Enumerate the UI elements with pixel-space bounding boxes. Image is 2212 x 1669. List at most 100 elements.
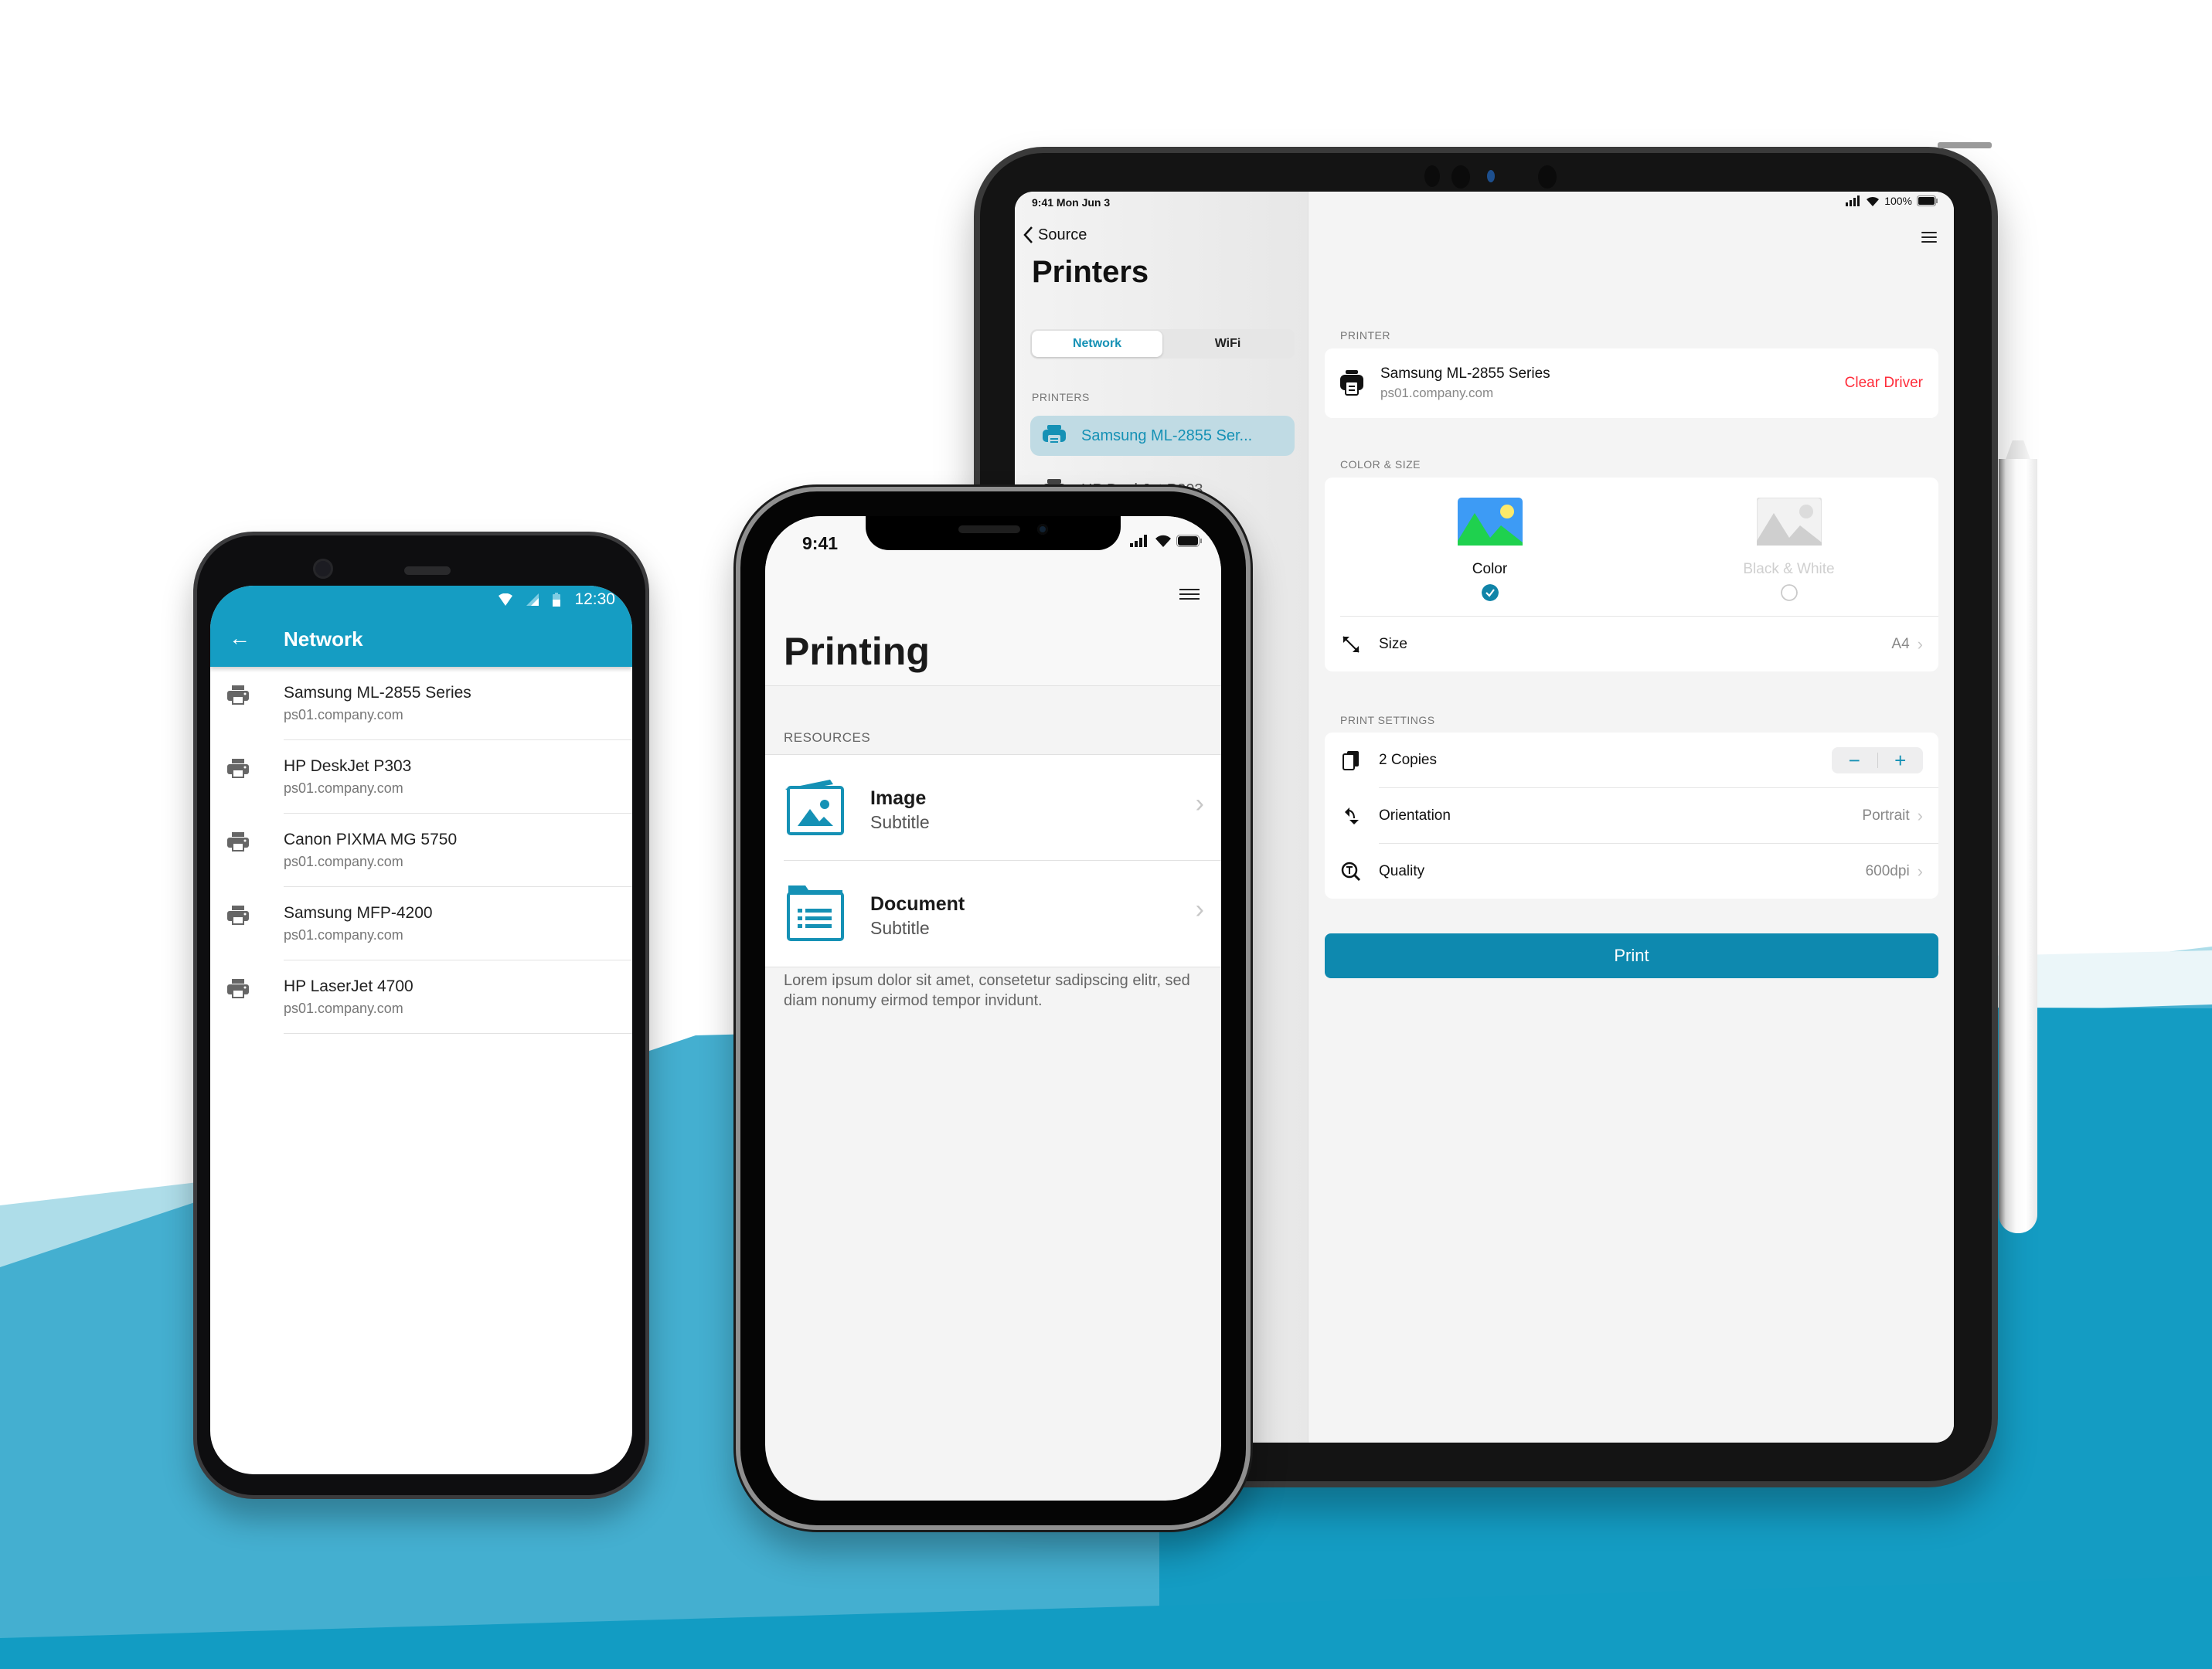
section-label-printer: PRINTER (1340, 329, 1390, 342)
toolbar-title: Network (284, 627, 363, 651)
status-indicators (1130, 535, 1203, 547)
android-screen: 12:30 ← Network Samsung ML-2855 Series p… (210, 586, 632, 1474)
wifi-icon (499, 593, 513, 606)
status-indicators: 100% (1846, 195, 1938, 207)
resource-subtitle: Subtitle (870, 812, 930, 832)
list-item[interactable]: HP DeskJet P303 ps01.company.com (210, 740, 632, 814)
ipad-sensor (1538, 165, 1557, 189)
resource-item-document[interactable]: Document Subtitle › (765, 861, 1221, 967)
printer-icon (227, 759, 249, 778)
menu-icon[interactable] (1179, 589, 1200, 600)
document-icon (787, 885, 844, 941)
bw-image-icon (1756, 498, 1822, 546)
resource-subtitle: Subtitle (870, 918, 930, 938)
radio-unchecked-icon[interactable] (1780, 584, 1798, 601)
printer-icon (1043, 425, 1066, 445)
chevron-right-icon: › (1917, 634, 1923, 654)
copies-label: 2 Copies (1379, 751, 1437, 768)
battery-icon (1176, 535, 1202, 547)
back-label: Source (1038, 226, 1087, 243)
printer-host: ps01.company.com (284, 854, 403, 869)
printer-icon (227, 979, 249, 998)
orientation-icon (1345, 807, 1359, 824)
printer-card: Samsung ML-2855 Series ps01.company.com … (1325, 348, 1938, 418)
color-size-card: Color Black & White Size A4 › (1325, 478, 1938, 671)
ipad-power-button (1938, 142, 1992, 148)
printer-name: Samsung ML-2855 Series (1380, 365, 1550, 382)
quality-label: Quality (1379, 862, 1425, 879)
printer-name: Samsung MFP-4200 (284, 904, 433, 922)
connection-segmented-control: Network WiFi (1030, 329, 1295, 359)
printer-icon (227, 685, 249, 705)
list-item[interactable]: Samsung MFP-4200 ps01.company.com (210, 887, 632, 960)
app-bar: 12:30 ← Network (210, 586, 632, 667)
footer-text: Lorem ipsum dolor sit amet, consetetur s… (784, 972, 1190, 1009)
wifi-icon (1155, 535, 1171, 547)
printer-host: ps01.company.com (1380, 386, 1494, 400)
orientation-label: Orientation (1379, 807, 1451, 824)
front-camera (1037, 524, 1048, 535)
resource-title: Document (870, 893, 965, 915)
size-row[interactable]: Size A4 › (1325, 617, 1938, 671)
printer-name: Samsung ML-2855 Ser... (1081, 427, 1253, 444)
black-white-option[interactable]: Black & White (1639, 478, 1938, 616)
list-item[interactable]: Samsung ML-2855 Series ps01.company.com (210, 667, 632, 740)
page-title: Printing (784, 630, 930, 673)
menu-icon[interactable] (1921, 232, 1937, 243)
apple-pencil (1999, 459, 2037, 1233)
printer-host: ps01.company.com (284, 927, 403, 943)
back-arrow-icon[interactable]: ← (229, 626, 250, 651)
battery-percent: 100% (1884, 195, 1912, 207)
clear-driver-button[interactable]: Clear Driver (1845, 375, 1923, 392)
back-button[interactable]: Source (1023, 226, 1087, 244)
sidebar-printer-item[interactable]: Samsung ML-2855 Ser... (1030, 416, 1295, 456)
status-time-date: 9:41 Mon Jun 3 (1032, 196, 1111, 209)
printer-host: ps01.company.com (284, 707, 403, 722)
segment-network[interactable]: Network (1032, 331, 1162, 357)
printer-list: Samsung ML-2855 Series ps01.company.com … (210, 667, 632, 1034)
printer-icon (227, 832, 249, 851)
ipad-sensor (1424, 165, 1440, 187)
signal-icon (1846, 195, 1860, 206)
printer-name: HP LaserJet 4700 (284, 977, 413, 995)
printer-name: Canon PIXMA MG 5750 (284, 831, 458, 848)
increment-button[interactable]: + (1878, 747, 1924, 773)
chevron-right-icon: › (1917, 805, 1923, 825)
battery-icon (1917, 195, 1938, 206)
print-button[interactable]: Print (1325, 933, 1938, 978)
cell-signal-icon (526, 593, 539, 606)
resource-item-image[interactable]: Image Subtitle › (765, 755, 1221, 861)
quality-row[interactable]: Quality 600dpi › (1325, 844, 1938, 899)
notch (866, 516, 1121, 550)
device-mockup-stage: 9:41 Mon Jun 3 Source Printers Network W… (0, 0, 2212, 1669)
printer-icon (227, 906, 249, 925)
section-label-print-settings: PRINT SETTINGS (1340, 714, 1435, 726)
front-camera (313, 559, 333, 579)
printer-name: Samsung ML-2855 Series (284, 684, 471, 702)
list-item[interactable]: HP LaserJet 4700 ps01.company.com (210, 960, 632, 1034)
orientation-value: Portrait (1862, 807, 1910, 824)
ipad-sensor (1451, 165, 1470, 189)
android-status-bar: 12:30 (499, 590, 615, 609)
orientation-row[interactable]: Orientation Portrait › (1325, 788, 1938, 843)
resize-icon (1343, 635, 1360, 653)
decrement-button[interactable]: − (1832, 747, 1877, 773)
segment-wifi[interactable]: WiFi (1162, 331, 1293, 357)
page-title: Printers (1032, 255, 1149, 289)
section-label-color-size: COLOR & SIZE (1340, 458, 1421, 471)
radio-checked-icon[interactable] (1481, 584, 1499, 601)
printer-host: ps01.company.com (284, 1001, 403, 1016)
iphone-device: 9:41 Printing RESOURCES Image Subtitle › (736, 487, 1251, 1530)
iphone-screen: 9:41 Printing RESOURCES Image Subtitle › (765, 516, 1221, 1501)
list-item[interactable]: Canon PIXMA MG 5750 ps01.company.com (210, 814, 632, 887)
status-time: 12:30 (574, 590, 615, 608)
copies-stepper: − + (1832, 746, 1924, 773)
ipad-detail-pane: 100% PRINTER Samsung ML-2855 Series ps01… (1309, 192, 1954, 1443)
printer-icon (1340, 370, 1363, 396)
quality-value: 600dpi (1865, 862, 1910, 879)
chevron-left-icon (1023, 226, 1033, 243)
color-option[interactable]: Color (1340, 478, 1639, 616)
quality-icon (1341, 862, 1361, 881)
printer-host: ps01.company.com (284, 780, 403, 796)
wifi-icon (1867, 196, 1880, 206)
